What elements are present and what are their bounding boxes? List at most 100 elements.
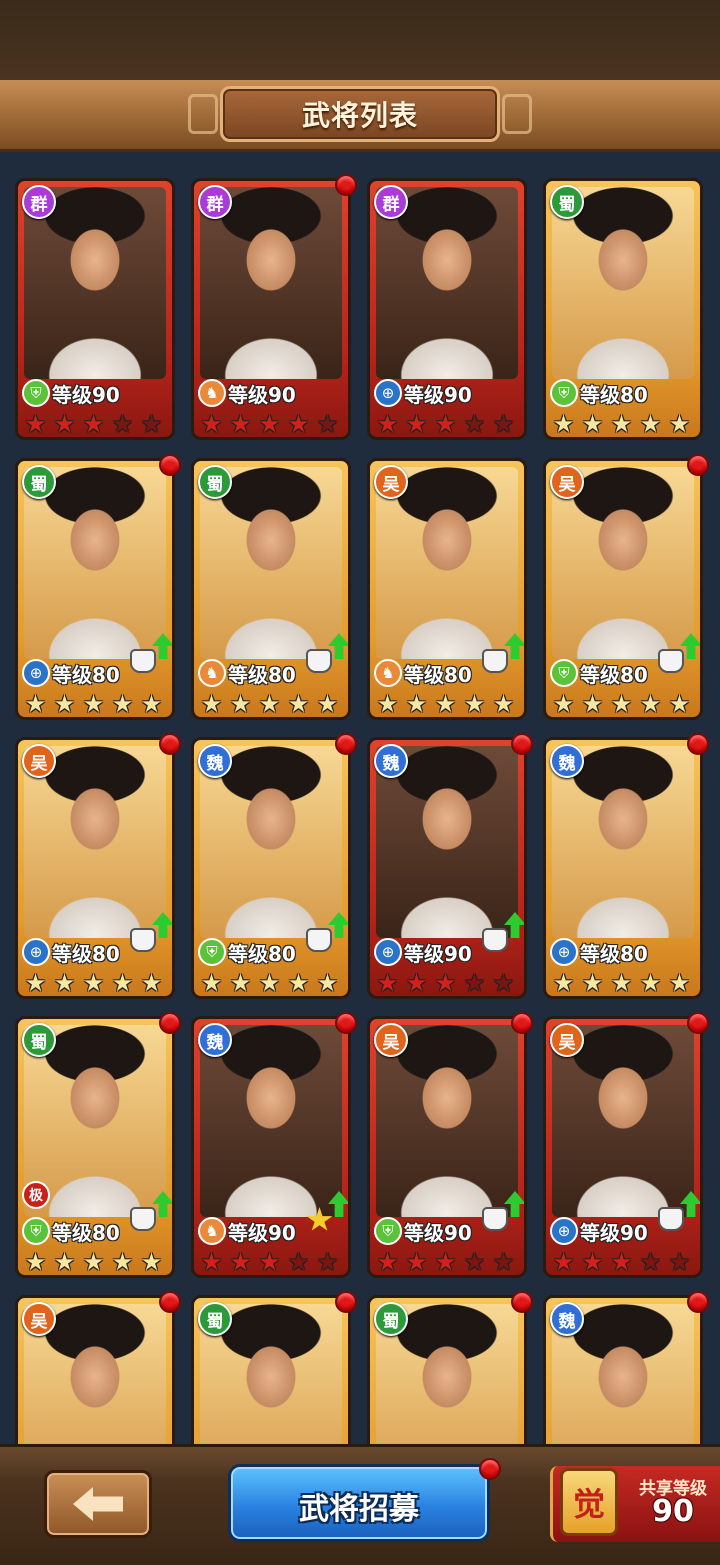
star-icon: ★: [639, 410, 662, 438]
star-icon: ★: [287, 690, 310, 718]
notification-dot: [687, 733, 709, 755]
armor-icon: [130, 1207, 156, 1231]
shared-level-value: 90: [652, 1494, 694, 1529]
general-card[interactable]: 吴 ⛨ 等级90 ★ ★ ★ ★ ★: [367, 1016, 527, 1278]
general-level: 等级90: [404, 1221, 472, 1245]
general-card[interactable]: 群 ⛨ 等级90 ★ ★ ★ ★ ★: [15, 178, 175, 440]
general-card[interactable]: 蜀 ⛨ 等级80 ★ ★ ★ ★ ★: [543, 178, 703, 440]
general-card[interactable]: 蜀: [367, 1295, 527, 1444]
armor-icon: [306, 649, 332, 673]
star-icon: ★: [140, 690, 163, 718]
star-icon: ★: [53, 690, 76, 718]
star-icon: ★: [552, 969, 575, 997]
general-level: 等级80: [52, 942, 120, 966]
star-rating: ★ ★ ★ ★ ★: [22, 970, 172, 996]
armor-icon: [130, 928, 156, 952]
general-level: 等级90: [228, 1221, 296, 1245]
star-icon: ★: [405, 410, 428, 438]
star-icon: ★: [581, 690, 604, 718]
general-card[interactable]: 蜀: [191, 1295, 351, 1444]
star-icon: ★: [229, 690, 252, 718]
star-icon: ★: [316, 690, 339, 718]
bow-icon: ⊕: [374, 379, 402, 407]
armor-icon: [658, 1207, 684, 1231]
star-icon: ★: [668, 1248, 691, 1276]
star-icon: ★: [82, 410, 105, 438]
general-card[interactable]: 吴 ♞ 等级80 ★ ★ ★ ★ ★: [367, 458, 527, 720]
armor-icon: [482, 649, 508, 673]
star-icon: ★: [581, 410, 604, 438]
notification-dot: [687, 1012, 709, 1034]
faction-badge: 魏: [198, 1023, 232, 1057]
general-level: 等级90: [580, 1221, 648, 1245]
general-card[interactable]: 蜀极 ⛨ 等级80 ★ ★ ★ ★ ★: [15, 1016, 175, 1278]
notification-dot: [687, 1291, 709, 1313]
shield-icon: ⛨: [22, 1217, 50, 1245]
star-icon: ★: [258, 969, 281, 997]
general-level: 等级90: [228, 383, 296, 407]
faction-badge: 蜀: [22, 465, 56, 499]
star-icon: ★: [492, 1248, 515, 1276]
star-icon: ★: [82, 690, 105, 718]
star-icon: ★: [434, 690, 457, 718]
star-icon: ★: [581, 969, 604, 997]
general-level: 等级80: [404, 663, 472, 687]
star-rating: ★ ★ ★ ★ ★: [198, 411, 348, 437]
general-card[interactable]: 魏 ♞ 等级90 ★ ★ ★ ★ ★: [191, 1016, 351, 1278]
general-card[interactable]: 魏: [543, 1295, 703, 1444]
general-card[interactable]: 吴: [15, 1295, 175, 1444]
faction-badge: 蜀: [374, 1302, 408, 1336]
general-level: 等级90: [52, 383, 120, 407]
notification-dot: [687, 454, 709, 476]
star-icon: ★: [610, 1248, 633, 1276]
general-card[interactable]: 魏 ⛨ 等级80 ★ ★ ★ ★ ★: [191, 737, 351, 999]
star-icon: ★: [405, 1248, 428, 1276]
star-rating: ★ ★ ★ ★ ★: [550, 411, 700, 437]
general-card[interactable]: 群 ⊕ 等级90 ★ ★ ★ ★ ★: [367, 178, 527, 440]
star-icon: ★: [111, 690, 134, 718]
faction-badge: 蜀: [198, 465, 232, 499]
faction-badge: 群: [22, 185, 56, 219]
star-icon: ★: [258, 410, 281, 438]
star-icon: ★: [552, 410, 575, 438]
star-rating: ★ ★ ★ ★ ★: [374, 970, 524, 996]
star-icon: ★: [316, 410, 339, 438]
notification-dot: [335, 1291, 357, 1313]
star-icon: ★: [552, 690, 575, 718]
general-card[interactable]: 群 ♞ 等级90 ★ ★ ★ ★ ★: [191, 178, 351, 440]
faction-badge: 吴: [22, 1302, 56, 1336]
shield-icon: ⛨: [198, 938, 226, 966]
star-icon: ★: [492, 969, 515, 997]
general-card[interactable]: 吴 ⛨ 等级80 ★ ★ ★ ★ ★: [543, 458, 703, 720]
star-rating: ★ ★ ★ ★ ★: [374, 411, 524, 437]
general-card[interactable]: 吴 ⊕ 等级90 ★ ★ ★ ★ ★: [543, 1016, 703, 1278]
star-icon: ★: [24, 1248, 47, 1276]
general-card[interactable]: 魏 ⊕ 等级80 ★ ★ ★ ★ ★: [543, 737, 703, 999]
star-icon: ★: [200, 1248, 223, 1276]
bow-icon: ⊕: [550, 938, 578, 966]
faction-badge: 吴: [550, 1023, 584, 1057]
armor-icon: [130, 649, 156, 673]
star-icon: ★: [24, 690, 47, 718]
general-card[interactable]: 吴 ⊕ 等级80 ★ ★ ★ ★ ★: [15, 737, 175, 999]
general-card[interactable]: 魏 ⊕ 等级90 ★ ★ ★ ★ ★: [367, 737, 527, 999]
general-grid: 群 ⛨ 等级90 ★ ★ ★ ★ ★ 群 ♞ 等级90 ★ ★ ★ ★ ★ 群 ⊕ 等级90 ★ ★ ★ ★ ★ 蜀 ⛨ 等级80 ★…: [13, 174, 713, 1444]
notification-dot: [159, 733, 181, 755]
bow-icon: ⊕: [550, 1217, 578, 1245]
horse-icon: ♞: [198, 1217, 226, 1245]
star-icon: ★: [434, 410, 457, 438]
star-rating: ★ ★ ★ ★ ★: [550, 1249, 700, 1275]
star-icon: ★: [376, 1248, 399, 1276]
general-level: 等级80: [228, 663, 296, 687]
recruit-button-label: 武将招募: [299, 1492, 419, 1527]
general-list-screen: 武将列表 群 ⛨ 等级90 ★ ★ ★ ★ ★ 群 ♞ 等级90 ★ ★ ★ ★ ★ 群 ⊕ 等级90 ★ ★ ★ ★ ★ 蜀 ⛨…: [0, 0, 720, 1565]
general-level: 等级80: [52, 663, 120, 687]
general-card[interactable]: 蜀 ♞ 等级80 ★ ★ ★ ★ ★: [191, 458, 351, 720]
star-icon: ★: [668, 410, 691, 438]
general-card[interactable]: 蜀 ⊕ 等级80 ★ ★ ★ ★ ★: [15, 458, 175, 720]
faction-badge: 群: [374, 185, 408, 219]
back-button[interactable]: [44, 1470, 152, 1538]
horse-icon: ♞: [198, 659, 226, 687]
star-icon: ★: [552, 1248, 575, 1276]
star-icon: ★: [463, 1248, 486, 1276]
